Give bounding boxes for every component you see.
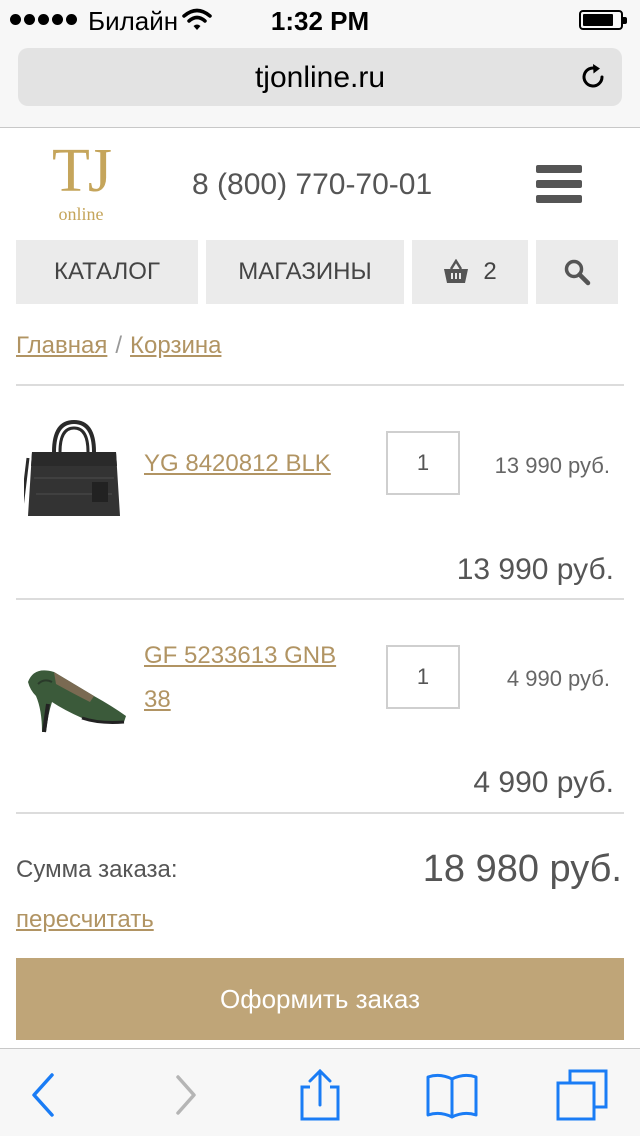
cart-count: 2 <box>483 258 497 285</box>
basket-icon <box>444 259 469 283</box>
url-field[interactable]: tjonline.ru <box>18 48 622 106</box>
hamburger-menu-icon[interactable] <box>536 165 582 203</box>
line-total: 13 990 руб. <box>456 553 614 586</box>
product-image-bag[interactable] <box>24 418 124 522</box>
divider <box>16 384 624 386</box>
phone-number[interactable]: 8 (800) 770-70-01 <box>192 168 432 202</box>
product-link[interactable]: YG 8420812 BLK <box>144 442 364 486</box>
breadcrumb-home-link[interactable]: Главная <box>16 332 107 359</box>
breadcrumb-cart-link[interactable]: Корзина <box>130 332 221 359</box>
quantity-input[interactable]: 1 <box>386 645 460 709</box>
browser-address-bar: tjonline.ru <box>0 40 640 128</box>
breadcrumb-separator: / <box>115 332 123 359</box>
url-text: tjonline.ru <box>254 61 386 94</box>
back-arrow-icon[interactable] <box>16 1067 72 1123</box>
forward-arrow-icon[interactable] <box>158 1067 214 1123</box>
breadcrumb: Главная / Корзина <box>16 332 221 360</box>
search-icon <box>564 259 591 286</box>
site-logo[interactable]: TJ online <box>50 140 112 228</box>
nav-cart-button[interactable]: 2 <box>412 240 528 304</box>
reload-icon[interactable] <box>578 62 608 92</box>
battery-icon <box>579 10 627 30</box>
order-sum-label: Сумма заказа: <box>16 856 178 883</box>
share-icon[interactable] <box>292 1067 348 1123</box>
unit-price: 4 990 руб. <box>506 666 610 691</box>
tabs-icon[interactable] <box>554 1067 610 1123</box>
recalculate-link[interactable]: пересчитать <box>16 906 154 934</box>
product-image-shoe[interactable] <box>24 644 128 736</box>
quantity-input[interactable]: 1 <box>386 431 460 495</box>
nav-shops-button[interactable]: МАГАЗИНЫ <box>206 240 404 304</box>
line-total: 4 990 руб. <box>473 766 614 799</box>
product-link[interactable]: GF 5233613 GNB 38 <box>144 634 364 722</box>
browser-toolbar <box>0 1048 640 1136</box>
divider <box>16 812 624 814</box>
clock: 1:32 PM <box>270 6 370 36</box>
status-bar: Билайн 1:32 PM <box>0 0 640 40</box>
order-sum-value: 18 980 руб. <box>422 848 622 890</box>
logo-text: TJ <box>52 137 112 205</box>
nav-catalog-button[interactable]: КАТАЛОГ <box>16 240 198 304</box>
divider <box>16 598 624 600</box>
logo-subtitle: online <box>58 204 104 224</box>
unit-price: 13 990 руб. <box>494 453 610 478</box>
checkout-button[interactable]: Оформить заказ <box>16 958 624 1040</box>
nav-search-button[interactable] <box>536 240 618 304</box>
bookmarks-icon[interactable] <box>424 1067 480 1123</box>
